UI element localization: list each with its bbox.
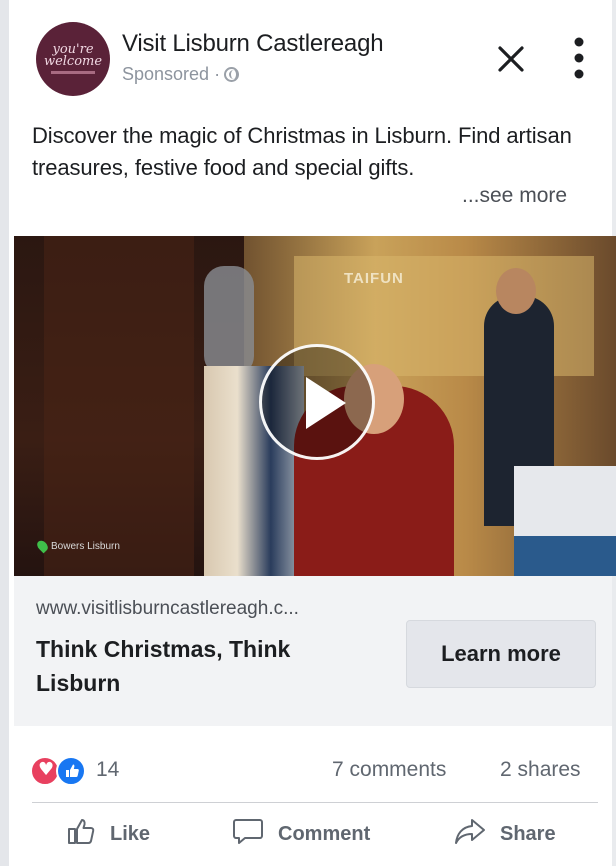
- post-actions: Like Comment Share: [14, 808, 612, 858]
- post-caption: Discover the magic of Christmas in Lisbu…: [32, 123, 572, 180]
- learn-more-button[interactable]: Learn more: [406, 620, 596, 688]
- like-reaction-icon[interactable]: [56, 756, 86, 786]
- comment-icon: [232, 816, 264, 852]
- play-icon[interactable]: [259, 344, 375, 460]
- shares-count-link[interactable]: 2 shares: [500, 758, 581, 782]
- link-title: Think Christmas, Think Lisburn: [36, 636, 291, 696]
- reactions-bar: 14 7 comments 2 shares: [30, 752, 600, 792]
- see-more-link[interactable]: ...see more: [462, 184, 567, 208]
- comment-button[interactable]: Comment: [232, 816, 370, 852]
- share-label: Share: [500, 822, 556, 845]
- page-name[interactable]: Visit Lisburn Castlereagh: [122, 30, 384, 58]
- thumbs-up-icon: [66, 816, 96, 852]
- sponsored-text: Sponsored ·: [122, 64, 221, 84]
- globe-icon: [224, 67, 240, 82]
- page-avatar[interactable]: you're welcome: [36, 22, 110, 96]
- comments-count-link[interactable]: 7 comments: [332, 758, 446, 782]
- link-preview[interactable]: www.visitlisburncastlereagh.c... Think C…: [14, 576, 612, 726]
- video-player[interactable]: TAIFUN Bowers Lisburn: [14, 236, 616, 576]
- avatar-underline: [51, 71, 95, 74]
- video-store-sign: TAIFUN: [344, 270, 404, 287]
- reaction-count[interactable]: 14: [96, 758, 119, 782]
- share-icon: [454, 816, 486, 852]
- post-header: you're welcome Visit Lisburn Castlereagh…: [30, 20, 600, 104]
- video-man-head: [496, 268, 536, 314]
- comment-label: Comment: [278, 822, 371, 845]
- video-mannequin-hand: [204, 266, 254, 376]
- sponsored-label: Sponsored ·: [122, 64, 240, 85]
- avatar-text-line2: welcome: [43, 54, 103, 69]
- close-icon[interactable]: [492, 40, 530, 78]
- video-coat-highlight: [44, 236, 194, 576]
- like-label: Like: [110, 822, 151, 845]
- left-border: [0, 0, 9, 866]
- link-url: www.visitlisburncastlereagh.c...: [36, 598, 299, 619]
- actions-divider: [32, 802, 598, 803]
- location-pin-icon: [35, 538, 50, 554]
- like-button[interactable]: Like: [66, 816, 150, 852]
- share-button[interactable]: Share: [454, 816, 556, 852]
- video-location-tag: Bowers Lisburn: [35, 538, 120, 554]
- more-options-icon[interactable]: [568, 34, 590, 82]
- video-folded-clothes: [514, 536, 616, 576]
- video-location-text: Bowers Lisburn: [51, 540, 120, 552]
